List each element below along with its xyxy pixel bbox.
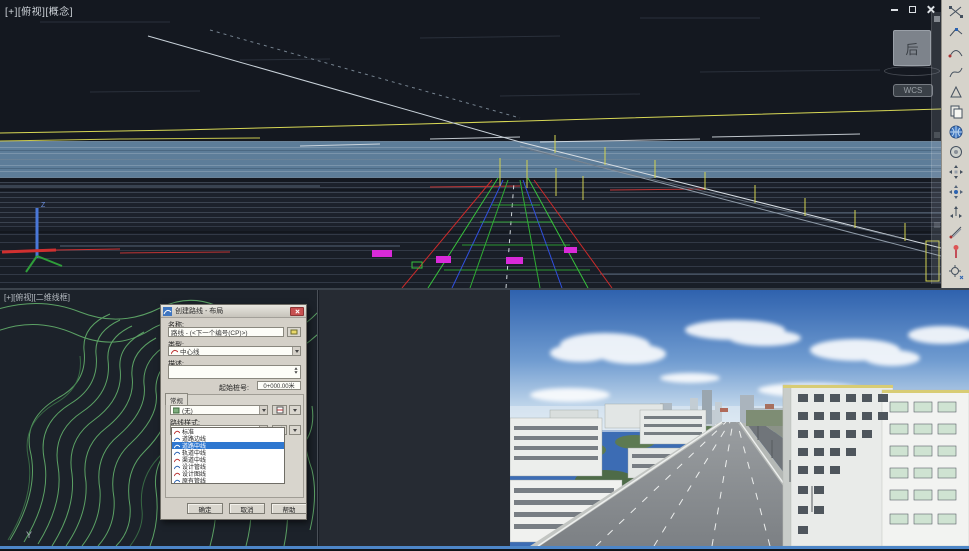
viewport-empty[interactable] — [319, 290, 510, 546]
measure-icon[interactable] — [945, 222, 967, 242]
wireframe-drawing: Z — [0, 0, 941, 288]
arc-tool-icon[interactable] — [945, 42, 967, 62]
site-picker-button[interactable] — [272, 405, 287, 415]
style-item-icon — [174, 464, 180, 470]
style-item-icon — [174, 429, 180, 435]
style-item-icon — [174, 443, 180, 449]
cancel-button[interactable]: 取消 — [229, 503, 265, 514]
style-option[interactable]: 原有管线 — [172, 477, 284, 484]
restore-icon[interactable] — [906, 4, 919, 15]
delta-tool-icon[interactable] — [945, 82, 967, 102]
type-value: 中心线 — [180, 346, 200, 356]
description-scrollbar[interactable] — [294, 367, 298, 374]
navbar-handle-icon[interactable] — [934, 16, 940, 22]
create-alignment-dialog: 创建路线 - 布局 名称: 路线 - (<下一个编号(CP)>) 类型: 中心线… — [160, 304, 307, 520]
viewport-label-perspective[interactable]: [+][俯视][概念] — [5, 3, 73, 18]
type-dropdown-arrow-icon[interactable] — [292, 347, 300, 355]
gizmo-scale-icon[interactable] — [945, 182, 967, 202]
navbar-pan-icon[interactable] — [934, 132, 940, 138]
name-input[interactable]: 路线 - (<下一个编号(CP)>) — [168, 327, 284, 337]
pin-icon[interactable] — [945, 242, 967, 262]
description-textarea[interactable] — [168, 365, 301, 379]
application-window: Z [+][俯视][概念] 后 WCS — [0, 0, 969, 551]
style-dropdown-list: 标准 道路边线 道路中线 轨道中线 渠道中线 设计管线 设计图线 原有管线 — [171, 427, 285, 484]
style-options-button[interactable] — [289, 425, 301, 435]
site-options-button[interactable] — [289, 405, 301, 415]
ucs-axis-icon: Z — [2, 202, 120, 272]
gizmo-move-icon[interactable] — [945, 162, 967, 182]
gizmo-align-icon[interactable] — [945, 202, 967, 222]
help-button[interactable]: 帮助 — [271, 503, 307, 514]
minimize-icon[interactable] — [888, 4, 901, 15]
site-icon — [173, 407, 180, 414]
viewport-perspective[interactable]: Z [+][俯视][概念] 后 WCS — [0, 0, 941, 288]
start-station-label: 起始桩号: — [219, 383, 249, 393]
gear-move-icon[interactable] — [945, 262, 967, 282]
ok-button[interactable]: 确定 — [187, 503, 223, 514]
fit-curve-icon[interactable] — [945, 2, 967, 22]
toolbar-right — [941, 0, 969, 289]
name-template-button[interactable] — [287, 327, 301, 337]
site-value: (无) — [182, 405, 193, 415]
polyline-edit-icon[interactable] — [945, 22, 967, 42]
globe-icon[interactable] — [945, 122, 967, 142]
viewport-divider-horizontal[interactable] — [0, 288, 969, 290]
dialog-titlebar[interactable]: 创建路线 - 布局 — [161, 305, 306, 318]
viewcube[interactable]: 后 — [893, 30, 931, 66]
dialog-app-icon — [163, 307, 172, 316]
navigation-bar[interactable] — [931, 12, 941, 284]
dialog-title: 创建路线 - 布局 — [175, 306, 290, 316]
copy-sheet-icon[interactable] — [945, 102, 967, 122]
site-dropdown-arrow-icon[interactable] — [259, 406, 267, 414]
dialog-close-icon[interactable] — [290, 307, 304, 316]
style-item-icon — [174, 457, 180, 463]
circle-tool-icon[interactable] — [945, 142, 967, 162]
tag-icon — [290, 328, 298, 336]
style-item-icon — [174, 471, 180, 477]
wcs-selector[interactable]: WCS — [893, 84, 933, 97]
style-item-icon — [174, 450, 180, 456]
site-select[interactable]: (无) — [170, 405, 268, 415]
style-item-icon — [174, 478, 180, 484]
picker-icon — [276, 406, 284, 414]
ucs-y-axis-label: Y — [26, 530, 32, 540]
viewport-label-plan[interactable]: [+][俯视][二维线框] — [4, 292, 70, 303]
svg-text:Z: Z — [41, 202, 46, 209]
centerline-icon — [171, 348, 178, 355]
type-select[interactable]: 中心线 — [168, 346, 301, 356]
render-scene — [510, 290, 969, 546]
style-item-icon — [174, 436, 180, 442]
spline-tool-icon[interactable] — [945, 62, 967, 82]
tab-general[interactable]: 常规 — [165, 393, 188, 405]
navbar-zoom-icon[interactable] — [934, 222, 940, 228]
start-station-value: 0+000.00米 — [257, 381, 301, 390]
viewport-render[interactable] — [510, 290, 969, 546]
